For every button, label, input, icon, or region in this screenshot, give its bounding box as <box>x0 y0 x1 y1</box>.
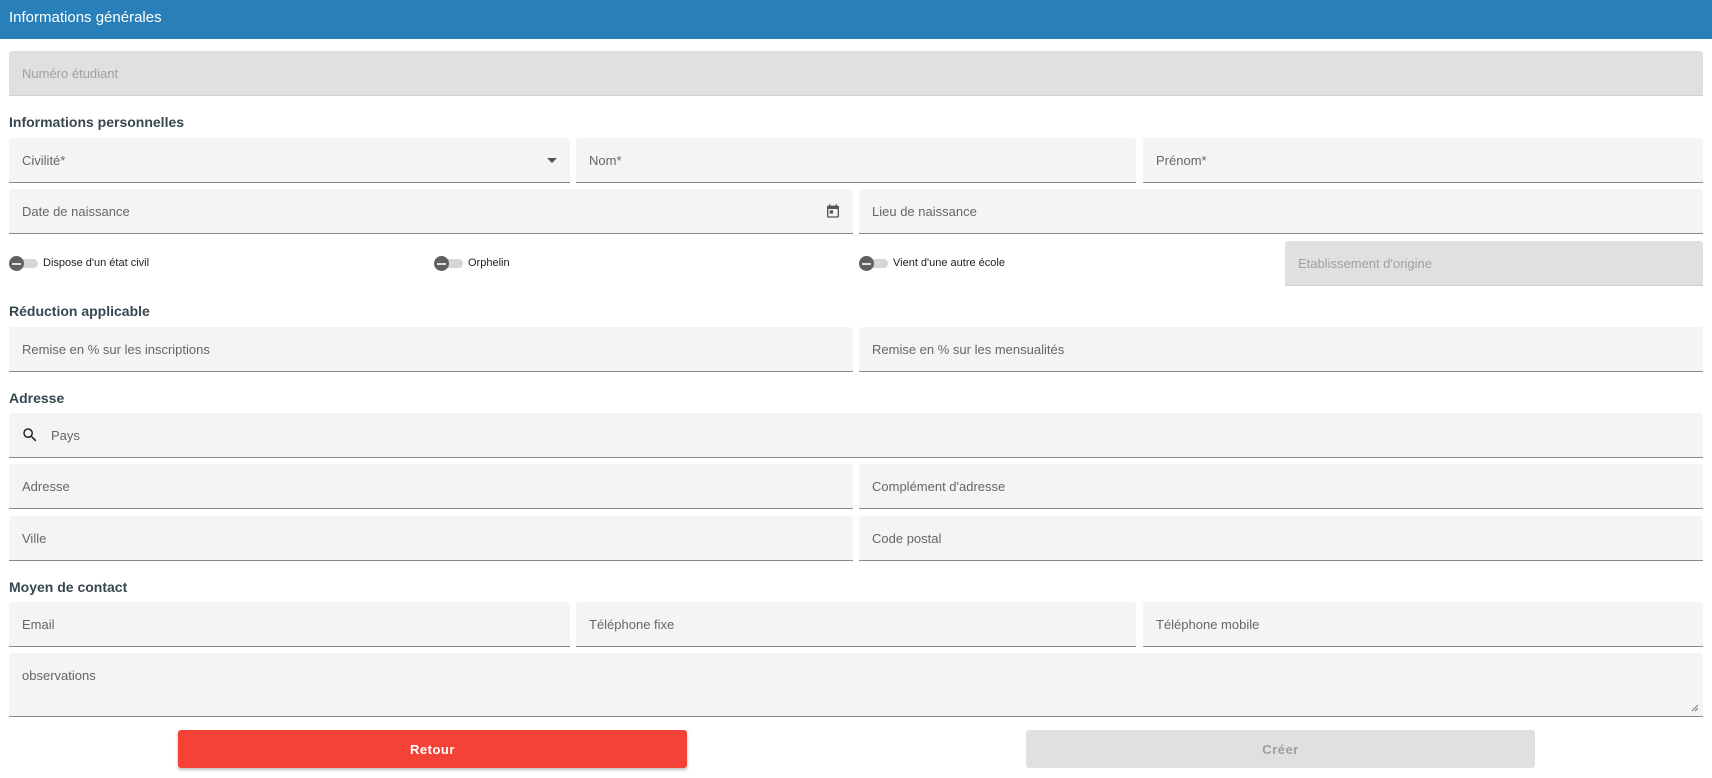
section-title-address: Adresse <box>9 390 65 406</box>
chevron-down-icon <box>547 158 557 163</box>
first-name-field[interactable]: Prénom* <box>1143 138 1703 183</box>
last-name-field[interactable]: Nom* <box>576 138 1136 183</box>
toggle-civil-status[interactable]: Dispose d'un état civil <box>9 256 150 271</box>
toggle-other-school-label: Vient d'une autre école <box>893 257 1005 269</box>
phone-mobile-field[interactable]: Téléphone mobile <box>1143 602 1703 647</box>
discount-registration-field[interactable]: Remise en % sur les inscriptions <box>9 327 853 372</box>
email-label: Email <box>22 616 55 632</box>
toggle-switch[interactable] <box>434 256 464 271</box>
toggle-orphan[interactable]: Orphelin <box>434 256 510 271</box>
civility-select[interactable]: Civilité* <box>9 138 570 183</box>
phone-landline-label: Téléphone fixe <box>589 616 675 632</box>
search-icon <box>23 428 37 442</box>
page-header: Informations générales <box>0 0 1712 39</box>
civility-label: Civilité* <box>22 152 66 168</box>
student-number-field: Numéro étudiant <box>9 51 1703 96</box>
country-label: Pays <box>51 427 80 443</box>
postal-code-field[interactable]: Code postal <box>859 516 1703 561</box>
birth-place-field[interactable]: Lieu de naissance <box>859 189 1703 234</box>
address-extra-label: Complément d'adresse <box>872 478 1006 494</box>
create-button: Créer <box>1026 730 1535 768</box>
city-label: Ville <box>22 530 47 546</box>
back-button-label: Retour <box>410 741 455 757</box>
birth-date-field[interactable]: Date de naissance <box>9 189 853 234</box>
email-field[interactable]: Email <box>9 602 570 647</box>
observations-textarea[interactable]: observations <box>9 653 1703 717</box>
toggle-switch[interactable] <box>9 256 39 271</box>
back-button[interactable]: Retour <box>178 730 687 768</box>
country-search-field[interactable]: Pays <box>9 413 1703 458</box>
section-title-discount: Réduction applicable <box>9 303 150 319</box>
last-name-label: Nom* <box>589 152 622 168</box>
observations-label: observations <box>22 668 96 683</box>
postal-code-label: Code postal <box>872 530 942 546</box>
address-field[interactable]: Adresse <box>9 464 853 509</box>
phone-mobile-label: Téléphone mobile <box>1156 616 1260 632</box>
discount-monthly-field[interactable]: Remise en % sur les mensualités <box>859 327 1703 372</box>
section-title-contact: Moyen de contact <box>9 579 128 595</box>
student-number-label: Numéro étudiant <box>22 65 119 81</box>
address-label: Adresse <box>22 478 70 494</box>
first-name-label: Prénom* <box>1156 152 1207 168</box>
origin-school-field: Etablissement d'origine <box>1285 241 1703 286</box>
discount-monthly-label: Remise en % sur les mensualités <box>872 341 1065 357</box>
address-extra-field[interactable]: Complément d'adresse <box>859 464 1703 509</box>
birth-place-label: Lieu de naissance <box>872 203 977 219</box>
discount-registration-label: Remise en % sur les inscriptions <box>22 341 210 357</box>
origin-school-label: Etablissement d'origine <box>1298 255 1432 271</box>
toggle-civil-status-label: Dispose d'un état civil <box>43 257 150 269</box>
birth-date-label: Date de naissance <box>22 203 130 219</box>
create-button-label: Créer <box>1262 741 1299 757</box>
section-title-personal: Informations personnelles <box>9 114 185 130</box>
toggle-orphan-label: Orphelin <box>468 257 510 269</box>
calendar-icon[interactable] <box>825 203 841 219</box>
page-title: Informations générales <box>9 9 162 26</box>
phone-landline-field[interactable]: Téléphone fixe <box>576 602 1136 647</box>
resize-handle-icon[interactable] <box>1691 704 1699 712</box>
toggle-other-school[interactable]: Vient d'une autre école <box>859 256 1005 271</box>
city-field[interactable]: Ville <box>9 516 853 561</box>
toggle-switch[interactable] <box>859 256 889 271</box>
